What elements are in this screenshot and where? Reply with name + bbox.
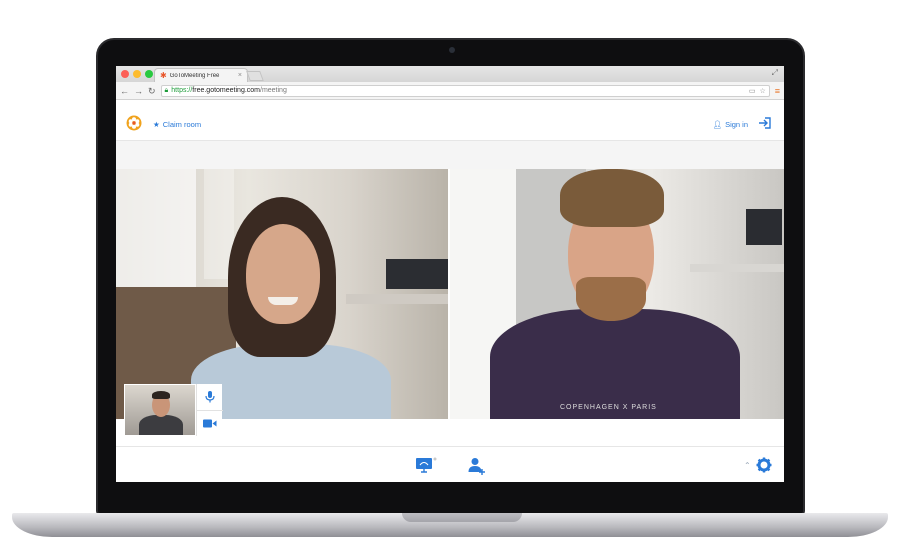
sign-in-label: Sign in — [725, 120, 748, 129]
man-sweater: COPENHAGEN X PARIS — [490, 309, 740, 419]
maximize-window-button[interactable] — [145, 70, 153, 78]
add-participant-icon[interactable] — [468, 457, 486, 475]
meeting-toolbar: ⌃ — [116, 446, 784, 482]
monitor — [386, 259, 448, 289]
browser-titlebar: ✱ GoToMeeting Free × ⤢ — [116, 66, 784, 82]
browser-toolbar: ← → ↻ 🔒︎ https://free.gotomeeting.com/me… — [116, 82, 784, 100]
lock-icon: 🔒︎ — [164, 86, 169, 94]
laptop-screen: ✱ GoToMeeting Free × ⤢ ← → ↻ 🔒︎ https://… — [116, 66, 784, 482]
self-view-tile[interactable] — [124, 384, 196, 436]
url-scheme: https:// — [171, 87, 193, 94]
microphone-icon — [205, 391, 215, 403]
close-window-button[interactable] — [121, 70, 129, 78]
office-window — [116, 169, 196, 289]
woman-smile — [268, 297, 298, 305]
microphone-button[interactable] — [197, 384, 223, 410]
reload-icon[interactable]: ↻ — [148, 86, 156, 96]
browser-tab[interactable]: ✱ GoToMeeting Free × — [154, 68, 248, 82]
self-hair — [152, 391, 170, 399]
url-path: /meeting — [260, 87, 287, 94]
tab-title: GoToMeeting Free — [169, 72, 220, 79]
new-tab-button[interactable] — [246, 71, 264, 81]
woman-face — [246, 224, 320, 324]
office-desk — [690, 264, 784, 272]
man-video-tile[interactable]: COPENHAGEN X PARIS — [450, 169, 784, 419]
asterisk-icon: ✱ — [160, 70, 167, 80]
fullscreen-icon[interactable]: ⤢ — [772, 68, 778, 78]
claim-room-button[interactable]: ★ Claim room — [153, 120, 201, 129]
chevron-up-icon[interactable]: ⌃ — [744, 461, 751, 470]
page-action-icon[interactable]: ▭ — [749, 87, 756, 95]
laptop-notch — [402, 513, 522, 522]
url-host: free.gotomeeting.com — [192, 87, 260, 94]
user-icon: 👤︎ — [712, 120, 723, 129]
sign-in-button[interactable]: 👤︎ Sign in — [713, 120, 748, 129]
settings-gear-icon[interactable] — [756, 457, 772, 473]
laptop-stage: ✱ GoToMeeting Free × ⤢ ← → ↻ 🔒︎ https://… — [0, 0, 900, 553]
video-top-margin — [116, 141, 784, 169]
forward-icon[interactable]: → — [134, 86, 143, 96]
office-desk — [346, 294, 448, 304]
monitor — [746, 209, 782, 245]
sweater-text: COPENHAGEN X PARIS — [560, 404, 657, 411]
camera-button[interactable] — [197, 410, 223, 436]
laptop-base — [12, 513, 888, 537]
back-icon[interactable]: ← — [120, 86, 129, 96]
webcam-dot — [449, 47, 455, 53]
self-body — [139, 415, 183, 435]
window-controls — [121, 70, 153, 78]
self-view-controls — [196, 384, 223, 436]
screen-share-icon[interactable] — [415, 457, 437, 473]
man-beard — [576, 277, 646, 321]
minimize-window-button[interactable] — [133, 70, 141, 78]
bookmark-star-icon[interactable]: ☆ — [759, 87, 765, 95]
man-curly-hair — [560, 169, 664, 227]
address-bar[interactable]: 🔒︎ https://free.gotomeeting.com/meeting … — [160, 84, 770, 97]
gotomeeting-logo-icon[interactable] — [126, 115, 142, 131]
video-camera-icon — [203, 419, 217, 428]
star-icon: ★ — [153, 120, 160, 129]
app-header: ★ Claim room 👤︎ Sign in — [116, 101, 784, 141]
tab-close-icon[interactable]: × — [238, 72, 242, 79]
woman-video-tile[interactable] — [116, 169, 448, 419]
claim-room-label: Claim room — [162, 120, 202, 129]
sign-in-arrow-icon[interactable] — [758, 116, 772, 130]
browser-menu-icon[interactable]: ≡ — [775, 86, 780, 96]
